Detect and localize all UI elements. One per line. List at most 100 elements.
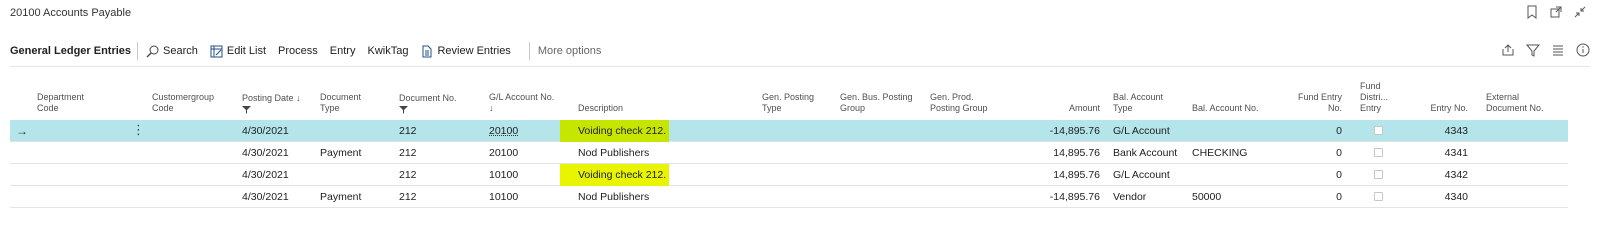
row-actions-button[interactable]: ⋮ <box>132 120 145 142</box>
window-controls <box>1526 5 1586 19</box>
info-icon[interactable] <box>1576 43 1590 57</box>
col-document-no[interactable]: Document No. <box>399 93 457 114</box>
entries-table: → ⋮ 4/30/2021 212 20100 Voiding check 21… <box>10 120 1568 208</box>
col-fund-distri-entry[interactable]: Fund Distri... Entry <box>1360 81 1388 114</box>
cell-gl-account-no[interactable]: 10100 <box>489 164 518 186</box>
description-highlight: Voiding check 212. <box>560 164 670 186</box>
checkbox-icon <box>1374 192 1383 201</box>
entry-menu[interactable]: Entry <box>330 45 356 57</box>
filter-icon <box>399 106 408 114</box>
column-headers: Department Code Customergroup Code Posting… <box>0 76 1600 118</box>
cell-bal-account-type: G/L Account <box>1113 169 1170 181</box>
filter-icon[interactable] <box>1525 43 1541 57</box>
cell-description[interactable]: Voiding check 212. <box>560 120 670 142</box>
review-entries-label: Review Entries <box>437 45 511 57</box>
page-title: 20100 Accounts Payable <box>10 7 132 19</box>
checkbox-icon <box>1374 126 1383 135</box>
checkbox-icon <box>1374 170 1383 179</box>
cell-fund-entry-no: 0 <box>1336 191 1342 203</box>
document-icon <box>422 45 432 57</box>
col-bal-account-type[interactable]: Bal. Account Type <box>1113 92 1163 114</box>
col-customergroup-code[interactable]: Customergroup Code <box>152 92 214 114</box>
cell-amount: -14,895.76 <box>1049 191 1100 203</box>
cell-fund-entry-no: 0 <box>1336 147 1342 159</box>
col-gen-posting-type[interactable]: Gen. Posting Type <box>762 92 814 114</box>
toolbar-divider <box>528 42 530 60</box>
table-row[interactable]: 4/30/2021 212 10100 Voiding check 212. 1… <box>10 164 1568 186</box>
more-options-button[interactable]: More options <box>538 45 602 57</box>
table-row[interactable]: → ⋮ 4/30/2021 212 20100 Voiding check 21… <box>10 120 1568 142</box>
process-menu[interactable]: Process <box>278 45 318 57</box>
checkbox-icon <box>1374 148 1383 157</box>
col-fund-entry-no[interactable]: Fund Entry No. <box>1280 92 1342 114</box>
col-posting-date[interactable]: Posting Date ↓ <box>242 93 301 114</box>
fund-distri-checkbox[interactable] <box>1374 120 1383 142</box>
list-view-icon[interactable] <box>1551 43 1565 57</box>
share-icon[interactable] <box>1501 43 1515 57</box>
col-description[interactable]: Description <box>578 103 623 114</box>
cell-entry-no: 4340 <box>1444 191 1468 203</box>
cell-posting-date: 4/30/2021 <box>242 125 289 137</box>
col-gl-account-no[interactable]: G/L Account No. ↓ <box>489 92 554 114</box>
row-pointer-icon: → <box>16 124 28 138</box>
open-new-window-icon[interactable] <box>1550 5 1562 19</box>
cell-gl-account-no[interactable]: 20100 <box>489 142 518 164</box>
cell-document-no: 212 <box>399 125 417 137</box>
cell-document-type: Payment <box>320 191 362 203</box>
cell-document-type: Payment <box>320 147 362 159</box>
search-label: Search <box>163 45 198 57</box>
cell-posting-date: 4/30/2021 <box>242 147 289 159</box>
cell-bal-account-type: Vendor <box>1113 191 1147 203</box>
edit-list-button[interactable]: Edit List <box>210 45 266 58</box>
table-row[interactable]: 4/30/2021 Payment 212 20100 Nod Publishe… <box>10 142 1568 164</box>
toolbar-divider-line <box>10 66 1590 67</box>
fund-distri-checkbox[interactable] <box>1374 164 1383 186</box>
toolbar-divider <box>137 42 139 60</box>
cell-amount: 14,895.76 <box>1053 169 1100 181</box>
sort-descending-icon: ↓ <box>296 93 301 103</box>
cell-entry-no: 4341 <box>1444 147 1468 159</box>
col-department-code[interactable]: Department Code <box>37 92 84 114</box>
cell-gl-account-no[interactable]: 10100 <box>489 186 518 208</box>
cell-description[interactable]: Nod Publishers <box>578 142 649 164</box>
cell-amount: 14,895.76 <box>1053 147 1100 159</box>
col-bal-account-no[interactable]: Bal. Account No. <box>1192 103 1259 114</box>
list-tools <box>1501 43 1590 57</box>
cell-fund-entry-no: 0 <box>1336 125 1342 137</box>
kwiktag-menu[interactable]: KwikTag <box>367 45 408 57</box>
bookmark-icon[interactable] <box>1526 5 1538 19</box>
cell-bal-account-type: G/L Account <box>1113 125 1170 137</box>
cell-document-no: 212 <box>399 191 417 203</box>
col-amount[interactable]: Amount <box>1030 103 1100 114</box>
cell-description[interactable]: Voiding check 212. <box>560 164 670 186</box>
action-bar: General Ledger Entries Search Edit List … <box>10 40 1590 62</box>
cell-gl-account-no[interactable]: 20100 <box>489 120 518 142</box>
cell-entry-no: 4343 <box>1444 125 1468 137</box>
description-highlight: Voiding check 212. <box>560 120 670 142</box>
fund-distri-checkbox[interactable] <box>1374 142 1383 164</box>
cell-description[interactable]: Nod Publishers <box>578 186 649 208</box>
filter-icon <box>242 106 251 114</box>
search-button[interactable]: Search <box>146 45 198 58</box>
col-external-document-no[interactable]: External Document No. <box>1486 92 1544 114</box>
col-gen-bus-posting-group[interactable]: Gen. Bus. Posting Group <box>840 92 913 114</box>
collapse-icon[interactable] <box>1574 5 1586 19</box>
edit-list-label: Edit List <box>226 45 267 57</box>
table-row[interactable]: 4/30/2021 Payment 212 10100 Nod Publishe… <box>10 186 1568 208</box>
sort-descending-icon: ↓ <box>489 103 494 113</box>
edit-list-icon <box>210 45 223 57</box>
cell-entry-no: 4342 <box>1444 169 1468 181</box>
fund-distri-checkbox[interactable] <box>1374 186 1383 208</box>
col-entry-no[interactable]: Entry No. <box>1400 103 1468 114</box>
page-caption: General Ledger Entries <box>10 45 132 57</box>
review-entries-button[interactable]: Review Entries <box>420 45 511 58</box>
cell-document-no: 212 <box>399 169 417 181</box>
cell-bal-account-no: CHECKING <box>1192 147 1248 159</box>
col-document-type[interactable]: Document Type <box>320 92 361 114</box>
col-gen-prod-posting-group[interactable]: Gen. Prod. Posting Group <box>930 92 988 114</box>
search-icon <box>146 45 159 57</box>
cell-bal-account-type: Bank Account <box>1113 147 1178 159</box>
cell-amount: -14,895.76 <box>1049 125 1100 137</box>
cell-document-no: 212 <box>399 147 417 159</box>
cell-posting-date: 4/30/2021 <box>242 169 289 181</box>
